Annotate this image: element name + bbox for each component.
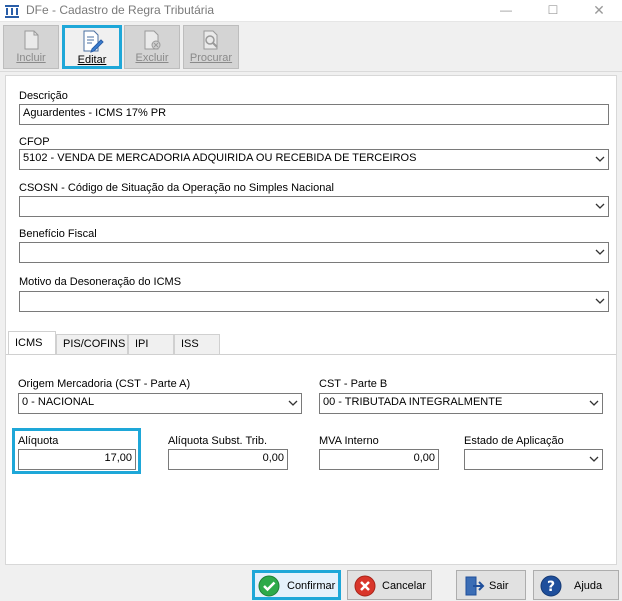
title-bar: DFe - Cadastro de Regra Tributária — ☐ ✕ — [0, 0, 622, 22]
chevron-down-icon — [589, 400, 599, 406]
cfop-value: 5102 - VENDA DE MERCADORIA ADQUIRIDA OU … — [23, 152, 417, 164]
cancel-x-icon — [354, 575, 376, 597]
cst-select[interactable]: 00 - TRIBUTADA INTEGRALMENTE — [319, 393, 603, 414]
bottom-button-bar: Confirmar Cancelar Sair ? Ajuda — [0, 566, 622, 601]
chevron-down-icon — [595, 156, 605, 162]
confirmar-button[interactable]: Confirmar — [252, 570, 341, 600]
tab-iss[interactable]: ISS — [174, 334, 220, 354]
csosn-label: CSOSN - Código de Situação da Operação n… — [19, 182, 334, 194]
mva-input[interactable]: 0,00 — [319, 449, 439, 470]
tab-pis-cofins[interactable]: PIS/COFINS — [56, 334, 128, 354]
mva-label: MVA Interno — [319, 435, 379, 447]
editar-button[interactable]: Editar — [62, 25, 122, 69]
procurar-label: Procurar — [189, 52, 233, 64]
check-circle-icon — [258, 575, 280, 597]
icms-tab-panel: Origem Mercadoria (CST - Parte A) 0 - NA… — [6, 354, 616, 564]
aliquota-st-input[interactable]: 0,00 — [168, 449, 288, 470]
new-document-icon — [24, 30, 39, 50]
close-button[interactable]: ✕ — [576, 0, 622, 22]
exit-door-icon — [465, 576, 485, 596]
chevron-down-icon — [595, 298, 605, 304]
aliquota-input[interactable]: 17,00 — [18, 449, 136, 470]
cfop-label: CFOP — [19, 136, 50, 148]
main-panel: Descrição Aguardentes - ICMS 17% PR CFOP… — [5, 75, 617, 565]
motivo-label: Motivo da Desoneração do ICMS — [19, 276, 182, 288]
aliquota-st-label: Alíquota Subst. Trib. — [168, 435, 268, 447]
tab-ipi[interactable]: IPI — [128, 334, 174, 354]
chevron-down-icon — [595, 249, 605, 255]
maximize-button[interactable]: ☐ — [530, 0, 576, 22]
beneficio-select[interactable] — [19, 242, 609, 263]
chevron-down-icon — [595, 203, 605, 209]
origem-select[interactable]: 0 - NACIONAL — [18, 393, 302, 414]
incluir-label: Incluir — [16, 52, 46, 64]
editar-label: Editar — [77, 54, 107, 66]
edit-document-icon — [83, 30, 104, 53]
cst-label: CST - Parte B — [319, 378, 388, 390]
tab-strip: ICMS PIS/COFINS IPI ISS — [6, 331, 616, 355]
excluir-button[interactable]: Excluir — [124, 25, 180, 69]
svg-text:?: ? — [547, 579, 555, 595]
chevron-down-icon — [589, 456, 599, 462]
delete-document-icon — [144, 30, 161, 50]
cancelar-button[interactable]: Cancelar — [347, 570, 432, 600]
procurar-button[interactable]: Procurar — [183, 25, 239, 69]
search-document-icon — [203, 30, 218, 50]
window-title: DFe - Cadastro de Regra Tributária — [26, 3, 215, 17]
excluir-label: Excluir — [135, 52, 169, 64]
tab-icms[interactable]: ICMS — [8, 331, 56, 355]
cancelar-label: Cancelar — [382, 580, 427, 592]
confirmar-label: Confirmar — [287, 580, 336, 592]
descricao-input[interactable]: Aguardentes - ICMS 17% PR — [19, 104, 609, 125]
sair-button[interactable]: Sair — [456, 570, 526, 600]
chevron-down-icon — [288, 400, 298, 406]
app-bank-icon — [5, 5, 19, 18]
incluir-button[interactable]: Incluir — [3, 25, 59, 69]
beneficio-label: Benefício Fiscal — [19, 228, 97, 240]
origem-value: 0 - NACIONAL — [22, 396, 95, 408]
ajuda-label: Ajuda — [574, 580, 603, 592]
estado-select[interactable] — [464, 449, 603, 470]
estado-label: Estado de Aplicação — [464, 435, 564, 447]
ajuda-button[interactable]: ? Ajuda — [533, 570, 619, 600]
csosn-select[interactable] — [19, 196, 609, 217]
aliquota-label: Alíquota — [18, 435, 59, 447]
cfop-select[interactable]: 5102 - VENDA DE MERCADORIA ADQUIRIDA OU … — [19, 149, 609, 170]
motivo-select[interactable] — [19, 291, 609, 312]
help-question-icon: ? — [540, 575, 562, 597]
origem-label: Origem Mercadoria (CST - Parte A) — [18, 378, 191, 390]
minimize-button[interactable]: — — [483, 0, 529, 22]
descricao-label: Descrição — [19, 90, 68, 102]
cst-value: 00 - TRIBUTADA INTEGRALMENTE — [323, 396, 503, 408]
toolbar: Incluir Editar Excluir Procurar — [0, 22, 622, 72]
sair-label: Sair — [489, 580, 509, 592]
